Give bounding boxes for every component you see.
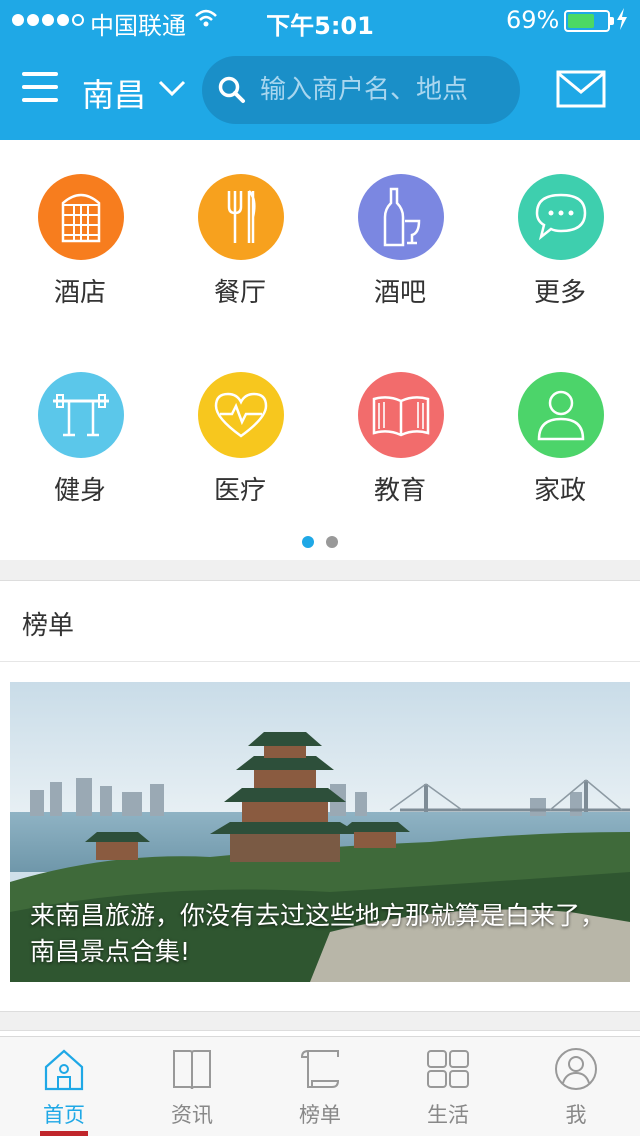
active-tab-indicator <box>40 1131 88 1136</box>
category-label: 医疗 <box>213 476 266 506</box>
category-fitness[interactable]: 健身 <box>0 372 160 522</box>
open-book-icon <box>358 372 444 458</box>
heart-pulse-icon <box>198 372 284 458</box>
category-label: 家政 <box>533 476 586 506</box>
grid-icon <box>426 1047 470 1091</box>
search-bar[interactable] <box>202 56 520 124</box>
home-icon <box>42 1047 86 1091</box>
search-icon <box>218 76 246 104</box>
tab-label: 资讯 <box>171 1103 213 1127</box>
category-medical[interactable]: 医疗 <box>160 372 320 522</box>
category-label: 健身 <box>53 476 106 506</box>
category-label: 更多 <box>533 278 586 308</box>
ranking-header: 榜单 <box>0 580 640 662</box>
battery-icon <box>564 10 614 32</box>
wine-bottle-icon <box>358 174 444 260</box>
tab-label: 生活 <box>427 1103 469 1127</box>
tab-label: 我 <box>565 1103 587 1127</box>
category-housekeeping[interactable]: 家政 <box>480 372 640 522</box>
status-bar: 中国联通 下午5:01 69% <box>0 0 640 40</box>
barbell-icon <box>38 372 124 458</box>
top-bar: 中国联通 下午5:01 69% 南昌 <box>0 0 640 140</box>
category-label: 酒吧 <box>373 278 426 308</box>
category-label: 酒店 <box>53 278 106 308</box>
category-more[interactable]: 更多 <box>480 174 640 324</box>
hotel-icon <box>38 174 124 260</box>
fork-knife-icon <box>198 174 284 260</box>
chevron-down-icon[interactable] <box>158 78 186 98</box>
section-title: 榜单 <box>22 611 75 641</box>
book-icon <box>170 1047 214 1091</box>
mail-icon[interactable] <box>556 70 606 108</box>
city-selector[interactable]: 南昌 <box>82 70 146 116</box>
tab-label: 首页 <box>43 1103 85 1127</box>
person-icon <box>518 372 604 458</box>
featured-article-card[interactable]: 来南昌旅游，你没有去过这些地方那就算是白来了，南昌景点合集! <box>10 682 630 982</box>
tab-label: 榜单 <box>299 1103 341 1127</box>
tab-life[interactable]: 生活 <box>384 1037 512 1136</box>
category-label: 教育 <box>373 476 426 506</box>
page-indicator[interactable] <box>0 536 640 548</box>
chat-bubble-icon <box>518 174 604 260</box>
search-input[interactable] <box>260 70 510 110</box>
charging-icon <box>616 8 628 35</box>
category-education[interactable]: 教育 <box>320 372 480 522</box>
tab-me[interactable]: 我 <box>512 1037 640 1136</box>
page-dot[interactable] <box>326 536 338 548</box>
category-grid: 酒店 餐厅 酒吧 更多 健身 医疗 教育 家政 <box>0 140 640 560</box>
tab-home[interactable]: 首页 <box>0 1037 128 1136</box>
scroll-icon <box>298 1047 342 1091</box>
tab-ranking[interactable]: 榜单 <box>256 1037 384 1136</box>
category-hotel[interactable]: 酒店 <box>0 174 160 324</box>
user-icon <box>554 1047 598 1091</box>
category-label: 餐厅 <box>213 278 266 308</box>
menu-icon[interactable] <box>22 72 58 102</box>
tab-news[interactable]: 资讯 <box>128 1037 256 1136</box>
ranking-list: 来南昌旅游，你没有去过这些地方那就算是白来了，南昌景点合集! <box>0 662 640 1012</box>
tab-bar: 首页 资讯 榜单 生活 我 <box>0 1036 640 1136</box>
category-restaurant[interactable]: 餐厅 <box>160 174 320 324</box>
category-bar[interactable]: 酒吧 <box>320 174 480 324</box>
page-dot[interactable] <box>302 536 314 548</box>
featured-article-caption: 来南昌旅游，你没有去过这些地方那就算是白来了，南昌景点合集! <box>30 901 606 966</box>
battery-percent: 69% <box>506 6 560 34</box>
